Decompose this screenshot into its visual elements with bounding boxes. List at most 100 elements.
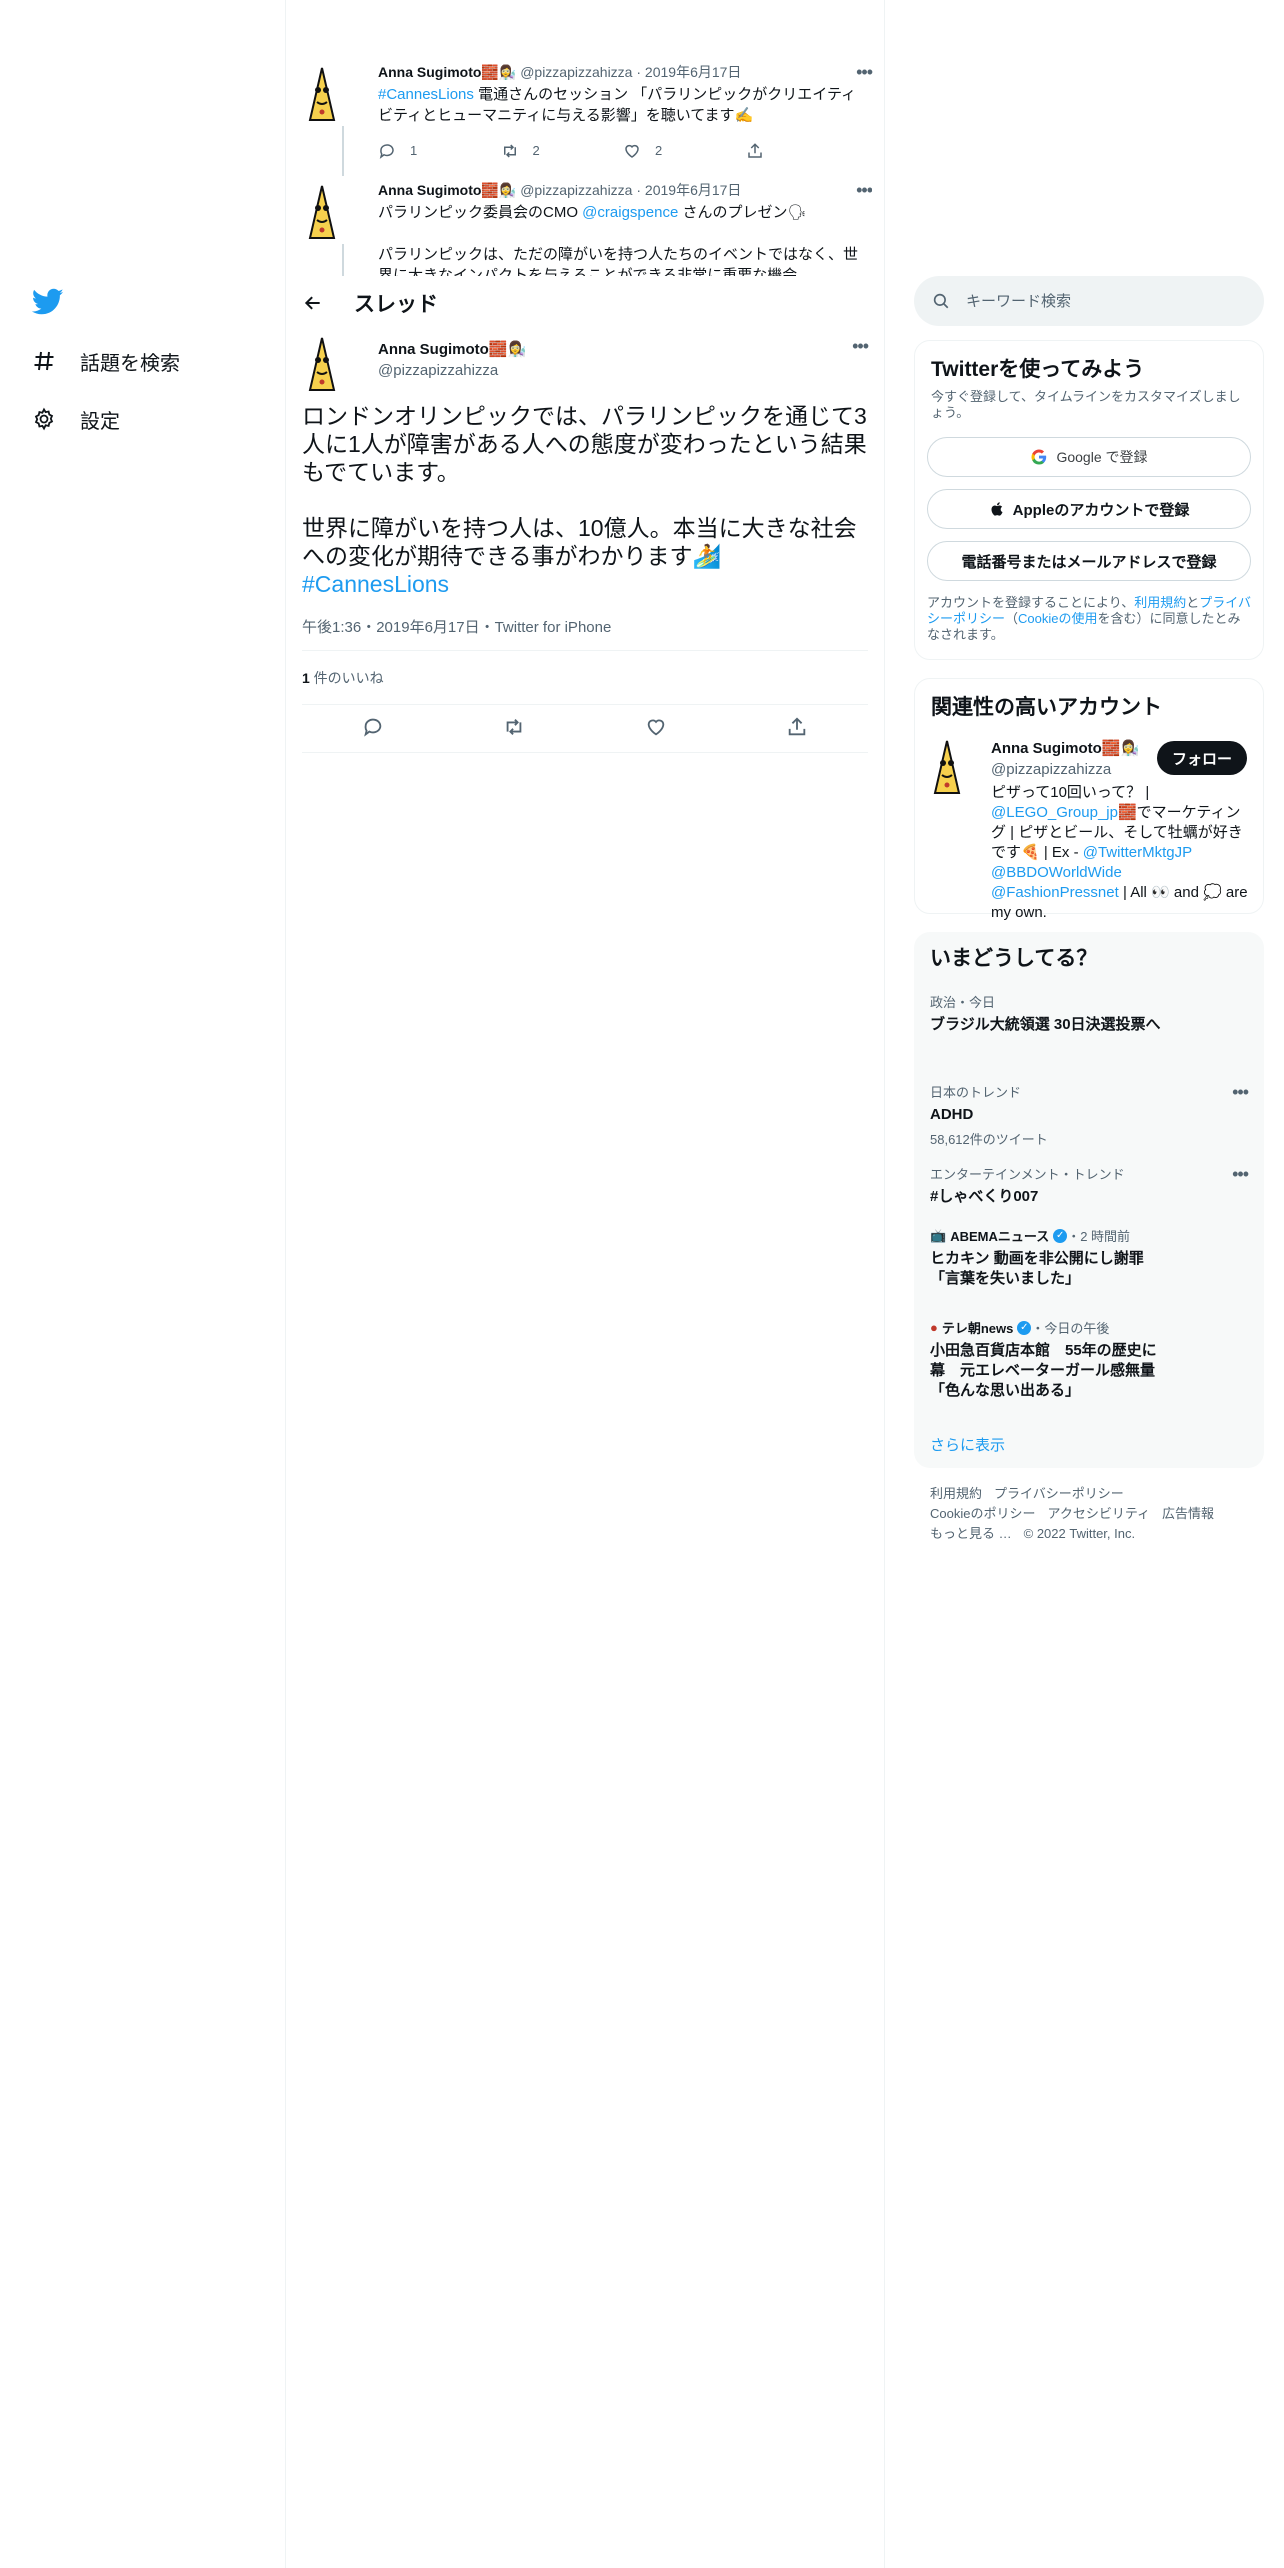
reply-button[interactable] (362, 716, 384, 743)
retweet-icon (506, 719, 522, 735)
hashtag-icon (30, 347, 58, 375)
tweet-date[interactable]: 2019年6月17日 (645, 182, 742, 198)
left-sidebar: 話題を検索 設定 (0, 0, 286, 2568)
footer-ads-link[interactable]: 広告情報 (1162, 1506, 1214, 1521)
phone-signup-button[interactable]: 電話番号またはメールアドレスで登録 (927, 541, 1251, 581)
hashtag-link[interactable]: #CannesLions (302, 571, 449, 597)
context-tweet[interactable]: Anna Sugimoto🧱👩‍🔬 @pizzapizzahizza · 201… (302, 180, 872, 276)
account-handle[interactable]: @pizzapizzahizza (991, 761, 1111, 778)
bio-text: ピザって10回いって？ | (991, 784, 1150, 801)
search-input[interactable] (966, 292, 1226, 310)
retweet-button[interactable] (503, 716, 525, 743)
nav-settings[interactable]: 設定 (30, 399, 120, 439)
author-name[interactable]: Anna Sugimoto🧱👩‍🔬 (378, 64, 516, 80)
author-handle[interactable]: @pizzapizzahizza (520, 64, 632, 80)
like-button[interactable]: 2 (623, 140, 746, 161)
thread-line (342, 244, 344, 276)
more-icon[interactable]: ••• (1232, 1164, 1249, 1185)
signup-title: Twitterを使ってみよう (931, 358, 1145, 381)
google-signup-button[interactable]: Google で登録 (927, 437, 1251, 477)
trend-title: ブラジル大統領選 30日決選投票へ (930, 1016, 1161, 1033)
divider (302, 650, 868, 651)
search-box[interactable] (914, 276, 1264, 326)
terms-link[interactable]: 利用規約 (1134, 595, 1186, 610)
nav-explore[interactable]: 話題を検索 (30, 341, 180, 381)
avatar[interactable] (927, 739, 967, 795)
more-icon[interactable]: ••• (856, 62, 873, 83)
footer-accessibility-link[interactable]: アクセシビリティ (1047, 1506, 1150, 1521)
back-arrow-icon (304, 295, 320, 310)
more-icon[interactable]: ••• (1232, 1082, 1249, 1103)
heart-icon (647, 719, 665, 736)
trend-title: ADHD (930, 1106, 974, 1123)
verified-icon: ✓ (1017, 1320, 1032, 1335)
more-icon[interactable]: ••• (856, 180, 872, 201)
news-source-icon: ● (930, 1320, 938, 1335)
trend-item[interactable]: 日本のトレンド ADHD 58,612件のツイート ••• (930, 1082, 1249, 1148)
bio-link[interactable]: @LEGO_Group_jp (991, 804, 1118, 821)
tweet-meta[interactable]: 午後1:36・2019年6月17日・Twitter for iPhone (302, 616, 611, 637)
back-button[interactable] (296, 286, 330, 320)
more-icon[interactable]: ••• (852, 336, 869, 357)
bio-link[interactable]: @FashionPressnet (991, 884, 1119, 901)
retweet-button[interactable]: 2 (501, 140, 624, 161)
trend-item[interactable]: エンターテインメント・トレンド #しゃべくり007 ••• (930, 1164, 1249, 1207)
account-bio: ピザって10回いって？ | @LEGO_Group_jp🧱でマーケティング | … (991, 783, 1253, 923)
copyright: © 2022 Twitter, Inc. (1023, 1526, 1136, 1541)
bio-link[interactable]: @TwitterMktgJP (1083, 844, 1192, 861)
tweet-text-body: ロンドンオリンピックでは、パラリンピックを通じて3人に1人が障害がある人への態度… (302, 403, 867, 569)
footer-cookies-link[interactable]: Cookieのポリシー (930, 1506, 1035, 1521)
news-title: ヒカキン 動画を非公開にし謝罪「言葉を失いました」 (930, 1250, 1144, 1287)
share-button[interactable] (746, 140, 869, 161)
tweet-text: #CannesLions 電通さんのセッション 「パラリンピックがクリエイティビ… (378, 84, 868, 126)
footer-terms-link[interactable]: 利用規約 (930, 1486, 982, 1501)
news-item[interactable]: 📺 ABEMAニュース ✓ ・2 時間前 ヒカキン 動画を非公開にし謝罪「言葉を失いま… (930, 1226, 1170, 1289)
apple-signup-button[interactable]: Appleのアカウントで登録 (927, 489, 1251, 529)
reply-button[interactable]: 1 (378, 140, 501, 161)
news-time: ・今日の午後 (1031, 1321, 1110, 1336)
nav-explore-label: 話題を検索 (80, 352, 180, 375)
news-item[interactable]: ● テレ朝news ✓ ・今日の午後 小田急百貨店本館 55年の歴史に幕 元エレベータ… (930, 1318, 1170, 1401)
related-accounts-card: 関連性の高いアカウント Anna Sugimoto🧱👩‍🔬 @pizzapizz… (914, 678, 1264, 921)
avatar[interactable] (302, 184, 342, 240)
author-handle[interactable]: @pizzapizzahizza (520, 182, 632, 198)
retweet-count: 2 (532, 143, 540, 158)
mention-link[interactable]: @craigspence (582, 204, 678, 221)
trends-title: いまどうしてる？ (930, 947, 1098, 970)
like-button[interactable] (645, 716, 667, 743)
footer-more-link[interactable]: もっと見る … (930, 1526, 1012, 1541)
author-name[interactable]: Anna Sugimoto🧱👩‍🔬 (378, 340, 526, 358)
tweet-text-post: さんのプレゼン🗣 (678, 204, 807, 221)
verified-icon: ✓ (1053, 1228, 1068, 1243)
signup-subtitle: 今すぐ登録して、タイムラインをカスタマイズしましょう。 (931, 389, 1241, 420)
likes-number: 1 (302, 670, 310, 686)
bio-link[interactable]: @BBDOWorldWide (991, 864, 1122, 881)
avatar[interactable] (302, 336, 342, 392)
reply-icon (363, 718, 381, 737)
google-icon (1031, 449, 1047, 465)
footer: 利用規約 プライバシーポリシー Cookieのポリシー アクセシビリティ 広告情報 も… (930, 1484, 1260, 1544)
google-signup-label: Google で登録 (1056, 449, 1148, 465)
terms-text: と (1186, 595, 1200, 610)
reply-icon (379, 143, 394, 159)
terms-text: （ (1005, 611, 1019, 626)
hashtag-link[interactable]: #CannesLions (378, 86, 474, 103)
cookie-link[interactable]: Cookieの使用 (1018, 611, 1097, 626)
trend-context: 政治・今日 (930, 995, 996, 1010)
avatar[interactable] (302, 66, 342, 122)
twitter-logo-icon[interactable] (32, 288, 64, 316)
related-title: 関連性の高いアカウント (931, 696, 1162, 719)
account-name[interactable]: Anna Sugimoto🧱👩‍🔬 (991, 739, 1139, 757)
trend-context: 日本のトレンド (930, 1085, 1022, 1100)
signup-terms: アカウントを登録することにより、利用規約とプライバシーポリシー（Cookieの使… (927, 595, 1253, 643)
author-handle[interactable]: @pizzapizzahizza (378, 362, 498, 379)
share-button[interactable] (786, 716, 808, 743)
author-name[interactable]: Anna Sugimoto🧱👩‍🔬 (378, 182, 516, 198)
show-more-link[interactable]: さらに表示 (930, 1434, 1005, 1455)
context-tweet[interactable]: Anna Sugimoto🧱👩‍🔬 @pizzapizzahizza · 201… (302, 62, 873, 176)
likes-count[interactable]: 1 件のいいね (302, 668, 384, 688)
trend-item[interactable]: 政治・今日 ブラジル大統領選 30日決選投票へ (930, 992, 1248, 1035)
follow-button[interactable]: フォロー (1157, 741, 1247, 775)
tweet-date[interactable]: 2019年6月17日 (645, 64, 742, 80)
footer-privacy-link[interactable]: プライバシーポリシー (994, 1486, 1124, 1501)
